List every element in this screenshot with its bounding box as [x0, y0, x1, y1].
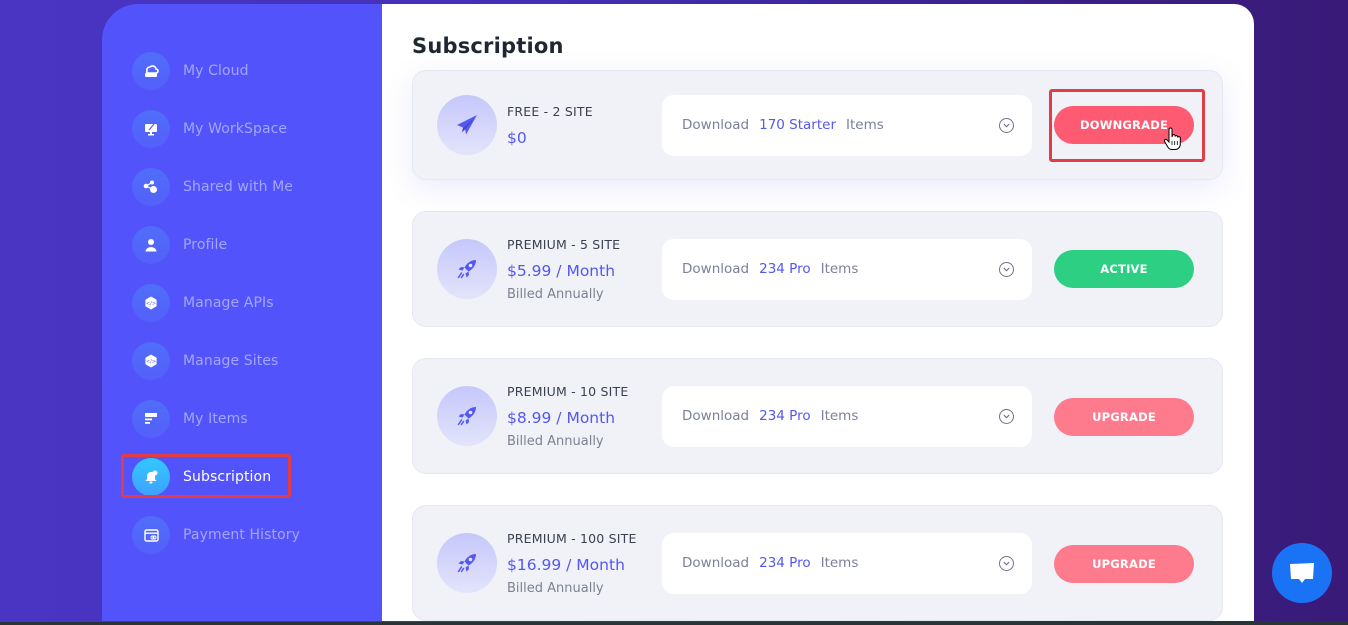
subscription-bell-icon: [132, 458, 170, 496]
plan-info: PREMIUM - 5 SITE $5.99 / Month Billed An…: [507, 237, 662, 302]
sidebar-item-label: Profile: [183, 237, 228, 253]
chevron-down-icon[interactable]: [999, 117, 1014, 133]
plan-billing: Billed Annually: [507, 433, 604, 449]
main-content: Subscription FREE - 2 SITE $0 Download 1…: [382, 4, 1254, 621]
plan-name: PREMIUM - 100 SITE: [507, 530, 637, 546]
sidebar-item-my-cloud[interactable]: My Cloud: [102, 42, 382, 100]
sidebar-item-profile[interactable]: Profile: [102, 216, 382, 274]
sidebar-item-my-items[interactable]: My Items: [102, 390, 382, 448]
app-window: My Cloud My WorkSpace Shared with Me Pro…: [102, 4, 1254, 621]
download-label: Download: [682, 261, 750, 277]
items-list-icon: [132, 400, 170, 438]
api-gear-icon: </>: [132, 284, 170, 322]
plan-billing: Billed Annually: [507, 580, 604, 596]
plan-name: PREMIUM - 10 SITE: [507, 383, 629, 399]
plan-card-premium-100: PREMIUM - 100 SITE $16.99 / Month Billed…: [412, 505, 1223, 621]
plan-card-premium-5: PREMIUM - 5 SITE $5.99 / Month Billed An…: [412, 211, 1223, 327]
sidebar-item-manage-apis[interactable]: </> Manage APIs: [102, 274, 382, 332]
sidebar-item-subscription[interactable]: Subscription: [102, 448, 382, 506]
download-label: Download: [682, 117, 750, 133]
sidebar-item-label: Subscription: [183, 469, 272, 485]
plan-card-premium-10: PREMIUM - 10 SITE $8.99 / Month Billed A…: [412, 358, 1223, 474]
sidebar-item-shared-with-me[interactable]: Shared with Me: [102, 158, 382, 216]
download-items-dropdown[interactable]: Download 234 Pro Items: [662, 532, 1032, 594]
download-count: 170 Starter: [759, 117, 837, 133]
workspace-monitor-icon: [132, 110, 170, 148]
rocket-icon: [437, 239, 497, 299]
download-label: Download: [682, 555, 750, 571]
paper-plane-icon: [437, 95, 497, 155]
plan-card-free: FREE - 2 SITE $0 Download 170 Starter It…: [412, 70, 1223, 180]
sidebar-item-label: My WorkSpace: [183, 121, 288, 137]
download-label: Download: [682, 408, 750, 424]
downgrade-button[interactable]: DOWNGRADE: [1054, 106, 1194, 144]
cloud-drive-icon: [132, 52, 170, 90]
sidebar-item-payment-history[interactable]: Payment History: [102, 506, 382, 564]
plan-price: $16.99 / Month: [507, 555, 625, 574]
download-items-dropdown[interactable]: Download 170 Starter Items: [662, 94, 1032, 156]
svg-text:</>: </>: [146, 301, 156, 307]
download-items-label: Items: [846, 117, 884, 133]
chevron-down-icon[interactable]: [999, 408, 1014, 424]
download-items-label: Items: [820, 261, 859, 277]
download-count: 234 Pro: [759, 555, 811, 571]
plan-name: PREMIUM - 5 SITE: [507, 236, 621, 252]
sites-gear-icon: </>: [132, 342, 170, 380]
page-title: Subscription: [412, 34, 564, 58]
plan-price: $5.99 / Month: [507, 261, 616, 280]
plan-price: $8.99 / Month: [507, 408, 616, 427]
user-icon: [132, 226, 170, 264]
sidebar-item-my-workspace[interactable]: My WorkSpace: [102, 100, 382, 158]
share-icon: [132, 168, 170, 206]
upgrade-button[interactable]: UPGRADE: [1054, 398, 1194, 436]
rocket-icon: [437, 533, 497, 593]
download-count: 234 Pro: [759, 408, 811, 424]
sidebar: My Cloud My WorkSpace Shared with Me Pro…: [102, 4, 382, 621]
download-items-dropdown[interactable]: Download 234 Pro Items: [662, 385, 1032, 447]
plan-info: PREMIUM - 10 SITE $8.99 / Month Billed A…: [507, 384, 662, 449]
sidebar-item-manage-sites[interactable]: </> Manage Sites: [102, 332, 382, 390]
download-items-label: Items: [820, 555, 859, 571]
active-button[interactable]: ACTIVE: [1054, 250, 1194, 288]
download-items-label: Items: [820, 408, 859, 424]
upgrade-button[interactable]: UPGRADE: [1054, 545, 1194, 583]
rocket-icon: [437, 386, 497, 446]
download-count: 234 Pro: [759, 261, 811, 277]
chat-launcher-button[interactable]: [1272, 543, 1332, 603]
svg-text:</>: </>: [146, 359, 156, 365]
sidebar-item-label: Manage Sites: [183, 353, 279, 369]
sidebar-item-label: My Items: [183, 411, 248, 427]
chevron-down-icon[interactable]: [999, 555, 1014, 571]
plan-info: FREE - 2 SITE $0: [507, 104, 662, 147]
plan-price: $0: [507, 128, 527, 147]
payment-card-icon: [132, 516, 170, 554]
sidebar-item-label: Shared with Me: [183, 179, 293, 195]
sidebar-item-label: Payment History: [183, 527, 301, 543]
sidebar-item-label: My Cloud: [183, 63, 249, 79]
plan-info: PREMIUM - 100 SITE $16.99 / Month Billed…: [507, 531, 662, 596]
sidebar-item-label: Manage APIs: [183, 295, 274, 311]
chevron-down-icon[interactable]: [999, 261, 1014, 277]
download-items-dropdown[interactable]: Download 234 Pro Items: [662, 238, 1032, 300]
plan-name: FREE - 2 SITE: [507, 103, 593, 119]
chat-icon: [1290, 563, 1314, 583]
plan-billing: Billed Annually: [507, 286, 604, 302]
